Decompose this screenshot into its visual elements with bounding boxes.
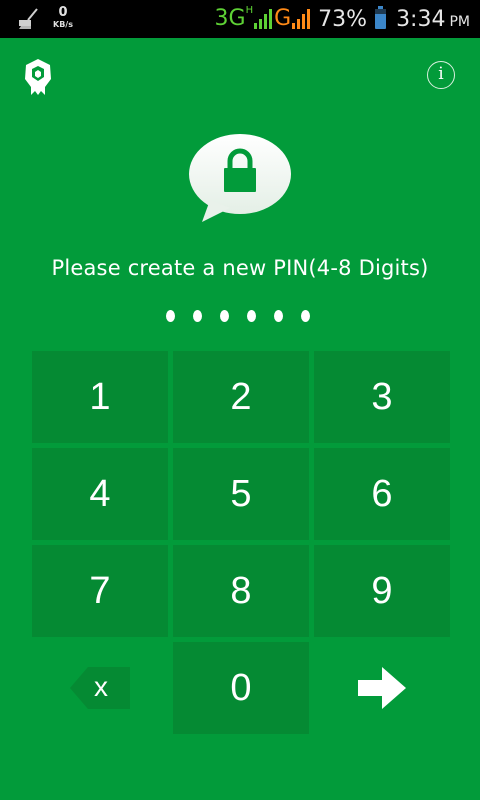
signal-bars-icon (254, 9, 273, 29)
network-speed: 0 KB/s (52, 6, 74, 29)
clock-time: 3:34 (396, 6, 446, 32)
key-9[interactable]: 9 (314, 545, 450, 637)
pin-dot (166, 310, 175, 322)
cleaner-broom-icon (18, 6, 40, 34)
shield-logo-icon (23, 57, 53, 97)
key-7[interactable]: 7 (32, 545, 168, 637)
network-speed-value: 0 (58, 5, 68, 20)
network-type-2: G (274, 6, 292, 31)
keypad: 1 2 3 4 5 6 7 8 9 x 0 (32, 351, 451, 736)
key-1[interactable]: 1 (32, 351, 168, 443)
key-2[interactable]: 2 (173, 351, 309, 443)
clock: 3:34 PM (396, 7, 470, 32)
network-type-1: 3G (214, 6, 246, 31)
pin-dot (301, 310, 310, 322)
battery-percent: 73% (318, 6, 368, 32)
signal-bars-2-icon (292, 9, 311, 29)
status-bar: 0 KB/s 3G H G 73% 3:34 PM (0, 0, 480, 38)
pin-prompt: Please create a new PIN(4-8 Digits) (51, 256, 429, 280)
pin-dot (220, 310, 229, 322)
network-type-1-sub: H (245, 5, 254, 16)
pin-entry-dots (166, 310, 310, 322)
clock-ampm: PM (449, 13, 470, 30)
backspace-icon: x (70, 667, 130, 709)
key-3[interactable]: 3 (314, 351, 450, 443)
network-speed-unit: KB/s (53, 20, 73, 29)
key-0[interactable]: 0 (173, 642, 309, 734)
enter-button[interactable] (314, 642, 450, 734)
key-8[interactable]: 8 (173, 545, 309, 637)
pin-dot (193, 310, 202, 322)
info-button[interactable]: i (427, 61, 455, 89)
battery-icon (375, 6, 387, 29)
pin-dot (274, 310, 283, 322)
backspace-button[interactable]: x (32, 642, 168, 734)
key-6[interactable]: 6 (314, 448, 450, 540)
arrow-right-icon (358, 667, 406, 709)
key-5[interactable]: 5 (173, 448, 309, 540)
pin-dot (247, 310, 256, 322)
info-label: i (438, 64, 444, 84)
lock-speech-bubble-icon (188, 132, 294, 224)
backspace-label: x (94, 671, 108, 702)
key-4[interactable]: 4 (32, 448, 168, 540)
